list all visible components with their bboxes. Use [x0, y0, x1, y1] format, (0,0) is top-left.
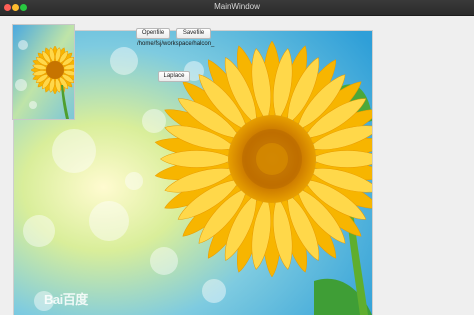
save-file-button[interactable]: Savefile [176, 28, 211, 39]
window-title: MainWindow [214, 2, 260, 11]
sunflower-thumbnail [13, 25, 74, 119]
file-path-label: /home/fsj/workspace/halcon_ [137, 41, 215, 47]
laplace-button[interactable]: Laplace [158, 71, 190, 82]
thumbnail-image-view [12, 24, 75, 120]
open-file-button[interactable]: Openfile [136, 28, 170, 39]
window-content: Bai百度 Openfile Savefile /home/fsj/worksp… [0, 16, 474, 315]
watermark-text: Bai百度 [44, 292, 88, 307]
title-bar: MainWindow [0, 0, 474, 16]
main-window: MainWindow Bai百度 Openfile Savefile /home… [0, 0, 474, 315]
